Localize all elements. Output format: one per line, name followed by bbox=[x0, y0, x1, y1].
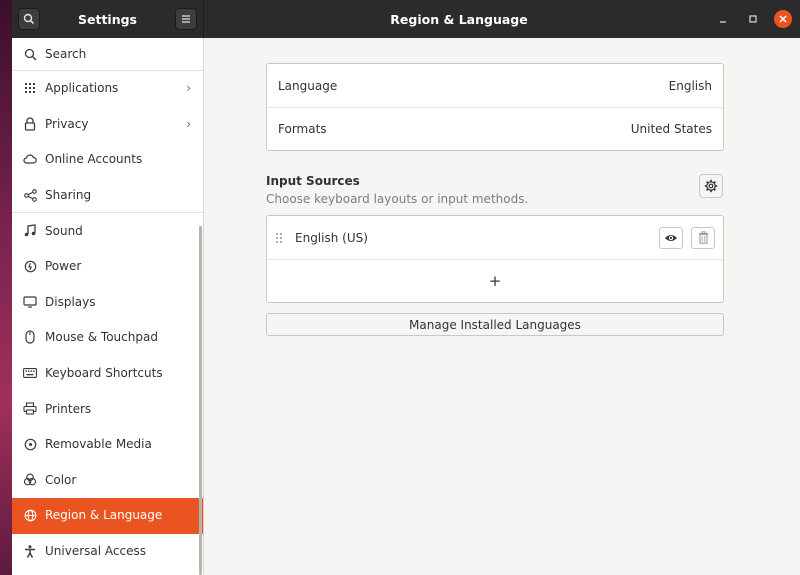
header-bar-left: Settings bbox=[12, 0, 204, 38]
search-button[interactable] bbox=[18, 8, 40, 30]
sidebar-item-label: Online Accounts bbox=[45, 152, 143, 167]
removable-media-icon bbox=[22, 436, 38, 452]
input-sources-subtitle: Choose keyboard layouts or input methods… bbox=[266, 192, 529, 206]
settings-window: Settings Region & Language Search Applic… bbox=[12, 0, 800, 575]
sidebar-item-label: Color bbox=[45, 472, 77, 487]
sidebar-scrollbar[interactable] bbox=[199, 226, 202, 575]
mouse-icon bbox=[22, 329, 38, 345]
sidebar-item-search[interactable]: Search bbox=[12, 38, 203, 71]
drag-handle-icon[interactable] bbox=[273, 232, 285, 244]
page-title: Region & Language bbox=[390, 11, 528, 27]
hamburger-menu-icon bbox=[181, 15, 190, 23]
sidebar-item-applications[interactable]: Applications › bbox=[12, 71, 203, 107]
sidebar-item-privacy[interactable]: Privacy › bbox=[12, 107, 203, 143]
sidebar-item-removable-media[interactable]: Removable Media bbox=[12, 427, 203, 463]
sidebar-item-label: Universal Access bbox=[45, 544, 146, 559]
sidebar-item-displays[interactable]: Displays bbox=[12, 285, 203, 321]
globe-icon bbox=[22, 507, 38, 523]
maximize-icon bbox=[749, 15, 757, 23]
input-sources-options-button[interactable] bbox=[699, 174, 723, 198]
close-icon bbox=[779, 15, 787, 23]
formats-value: United States bbox=[630, 122, 712, 136]
sidebar-item-universal-access[interactable]: Universal Access bbox=[12, 534, 203, 570]
window-controls bbox=[714, 10, 800, 28]
cloud-icon bbox=[22, 151, 38, 167]
add-icon: + bbox=[488, 272, 502, 290]
input-sources-card: English (US) + bbox=[266, 215, 724, 303]
search-icon bbox=[22, 46, 38, 62]
color-icon bbox=[22, 472, 38, 488]
chevron-right-icon: › bbox=[186, 81, 191, 96]
sidebar-item-sound[interactable]: Sound bbox=[12, 213, 203, 249]
accessibility-icon bbox=[22, 543, 38, 559]
minimize-icon bbox=[720, 21, 726, 23]
input-source-row[interactable]: English (US) bbox=[267, 216, 723, 259]
formats-label: Formats bbox=[278, 122, 327, 136]
power-icon bbox=[22, 258, 38, 274]
search-icon bbox=[23, 13, 35, 25]
menu-button[interactable] bbox=[174, 8, 197, 30]
region-card: Language English Formats United States bbox=[266, 63, 724, 151]
sidebar-item-region-language[interactable]: Region & Language bbox=[12, 498, 203, 534]
sidebar-item-label: Region & Language bbox=[45, 508, 163, 523]
sidebar-item-online-accounts[interactable]: Online Accounts bbox=[12, 142, 203, 178]
language-value: English bbox=[668, 78, 712, 93]
share-icon bbox=[22, 187, 38, 203]
sidebar-item-sharing[interactable]: Sharing bbox=[12, 178, 203, 214]
input-sources-title: Input Sources bbox=[266, 174, 360, 188]
sidebar-item-label: Removable Media bbox=[45, 437, 152, 452]
sidebar-item-label: Keyboard Shortcuts bbox=[45, 366, 163, 381]
lock-icon bbox=[22, 116, 38, 132]
printer-icon bbox=[22, 401, 38, 417]
sidebar-item-label: Mouse & Touchpad bbox=[45, 330, 158, 345]
sidebar-item-label: Privacy bbox=[45, 116, 89, 131]
minimize-button[interactable] bbox=[714, 10, 732, 28]
header-bar: Settings Region & Language bbox=[12, 0, 800, 38]
sidebar-item-color[interactable]: Color bbox=[12, 463, 203, 499]
sidebar-item-label: Sound bbox=[45, 223, 83, 238]
sidebar-item-power[interactable]: Power bbox=[12, 249, 203, 285]
trash-icon bbox=[698, 231, 708, 244]
formats-row[interactable]: Formats United States bbox=[267, 107, 723, 150]
preview-button[interactable] bbox=[659, 226, 683, 249]
language-row[interactable]: Language English bbox=[267, 64, 723, 107]
chevron-right-icon: › bbox=[186, 116, 191, 131]
maximize-button[interactable] bbox=[744, 10, 762, 28]
remove-button[interactable] bbox=[691, 226, 715, 249]
add-input-source-button[interactable]: + bbox=[267, 259, 723, 302]
desktop-wallpaper bbox=[0, 0, 12, 575]
keyboard-icon bbox=[22, 365, 38, 381]
gear-icon bbox=[704, 179, 718, 193]
eye-icon bbox=[665, 234, 677, 241]
sidebar-item-printers[interactable]: Printers bbox=[12, 391, 203, 427]
sidebar-item-mouse-touchpad[interactable]: Mouse & Touchpad bbox=[12, 320, 203, 356]
display-icon bbox=[22, 294, 38, 310]
sidebar-item-label: Power bbox=[45, 259, 82, 274]
close-button[interactable] bbox=[774, 10, 792, 28]
sidebar-item-label: Displays bbox=[45, 294, 96, 309]
sidebar-item-label: Sharing bbox=[45, 188, 92, 203]
sidebar: Search Applications › Privacy › Online A… bbox=[12, 38, 204, 575]
main-content: Language English Formats United States I… bbox=[204, 38, 800, 575]
sidebar-item-label: Search bbox=[45, 47, 87, 61]
sidebar-item-label: Applications bbox=[45, 81, 119, 96]
sidebar-item-label: Printers bbox=[45, 401, 92, 416]
language-label: Language bbox=[278, 78, 338, 93]
input-source-name: English (US) bbox=[295, 230, 368, 245]
app-title: Settings bbox=[77, 11, 137, 27]
music-note-icon bbox=[22, 223, 38, 239]
grid-icon bbox=[22, 80, 38, 96]
sidebar-item-keyboard-shortcuts[interactable]: Keyboard Shortcuts bbox=[12, 356, 203, 392]
manage-installed-languages-button[interactable]: Manage Installed Languages bbox=[266, 313, 724, 336]
